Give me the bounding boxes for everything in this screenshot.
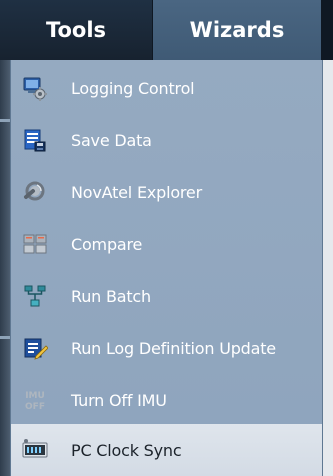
novatel-explorer-icon	[22, 179, 48, 205]
compare-icon	[22, 231, 48, 257]
menu-item-label: Turn Off IMU	[71, 390, 167, 410]
left-panel-edge	[0, 60, 10, 476]
menu-item-label: NovAtel Explorer	[71, 182, 202, 202]
tab-tools-label: Tools	[45, 18, 107, 42]
menu-item-turn-off-imu[interactable]: IMU OFF Turn Off IMU	[11, 374, 322, 426]
panel-edge-tick	[0, 336, 10, 339]
imu-badge-top: IMU	[25, 391, 45, 401]
turn-off-imu-icon: IMU OFF	[22, 387, 48, 413]
menu-item-label: Save Data	[71, 130, 152, 150]
tab-bar-end	[322, 0, 333, 60]
menu-item-run-log-definition-update[interactable]: Run Log Definition Update	[11, 322, 322, 374]
tab-wizards-label: Wizards	[189, 18, 285, 42]
menu-item-novatel-explorer[interactable]: NovAtel Explorer	[11, 166, 322, 218]
menu-item-pc-clock-sync[interactable]: PC Clock Sync	[11, 424, 322, 476]
menu-item-label: Compare	[71, 234, 143, 254]
logging-control-icon	[22, 75, 48, 101]
tab-wizards[interactable]: Wizards	[152, 0, 322, 60]
pc-clock-sync-icon	[22, 437, 48, 463]
tools-dropdown-menu: Logging Control Save Data NovAtel Explor…	[10, 60, 323, 476]
menu-item-run-batch[interactable]: Run Batch	[11, 270, 322, 322]
save-data-icon	[22, 127, 48, 153]
menu-item-logging-control[interactable]: Logging Control	[11, 62, 322, 114]
menu-right-shadow	[323, 60, 333, 476]
menu-item-compare[interactable]: Compare	[11, 218, 322, 270]
panel-edge-tick	[0, 119, 10, 122]
menu-item-label: PC Clock Sync	[71, 440, 182, 460]
menu-item-save-data[interactable]: Save Data	[11, 114, 322, 166]
tab-tools[interactable]: Tools	[0, 0, 152, 60]
run-batch-icon	[22, 283, 48, 309]
menu-item-label: Run Log Definition Update	[71, 338, 276, 358]
menu-item-label: Run Batch	[71, 286, 151, 306]
menu-item-label: Logging Control	[71, 78, 195, 98]
run-log-definition-update-icon	[22, 335, 49, 361]
window: Tools Wizards Logging Control Save Data …	[0, 0, 333, 476]
imu-badge-bottom: OFF	[25, 402, 45, 412]
tab-bar: Tools Wizards	[0, 0, 333, 60]
